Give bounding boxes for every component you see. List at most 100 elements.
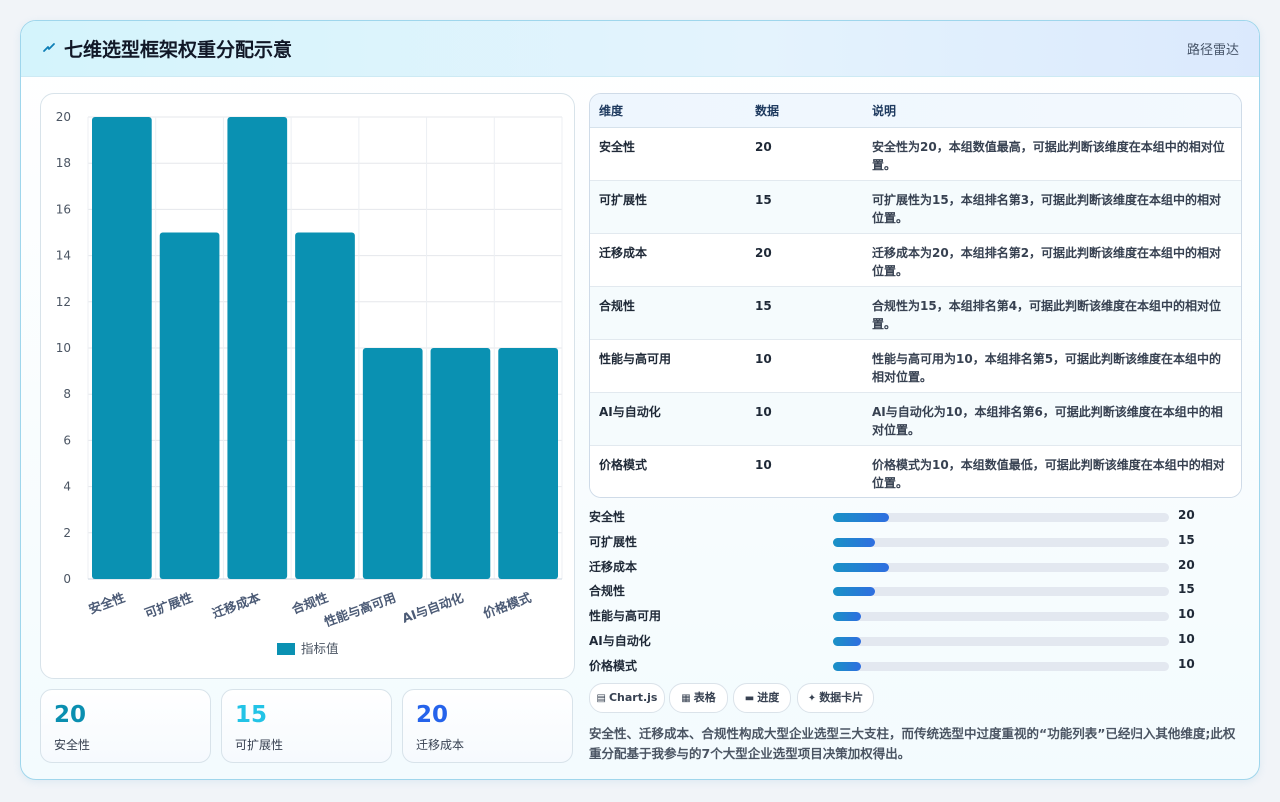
- x-tick-label: 迁移成本: [210, 590, 263, 621]
- stat-label: 安全性: [54, 738, 91, 752]
- column-header-value: 数据: [746, 94, 863, 128]
- table-row: 价格模式 10 价格模式为10，本组数值最低，可据此判断该维度在本组中的相对位置。: [590, 445, 1241, 497]
- progress-value: 20: [1178, 557, 1195, 572]
- progress-track: [833, 537, 1169, 547]
- table-cell-dimension: 合规性: [590, 286, 746, 340]
- y-tick-label: 0: [63, 572, 71, 586]
- progress-track: [833, 587, 1169, 597]
- view-button-4[interactable]: ✦ 数据卡片: [797, 683, 874, 713]
- main-card: 七维选型框架权重分配示意 路径雷达 0 2 4 6 8 10 12 14 16 18 20 安全性 可扩…: [20, 20, 1260, 780]
- column-header-description: 说明: [863, 94, 1241, 128]
- progress-track: [833, 612, 1169, 622]
- view-button-2[interactable]: ▦ 表格: [669, 683, 728, 713]
- table-row: 性能与高可用 10 性能与高可用为10，本组排名第5，可据此判断该维度在本组中的相对…: [590, 339, 1241, 393]
- stat-label: 迁移成本: [416, 738, 465, 752]
- progress-row: 合规性 15: [589, 582, 1209, 600]
- view-button-label: 进度: [757, 691, 780, 704]
- y-tick-label: 10: [56, 341, 71, 355]
- bar: [430, 348, 491, 579]
- view-button-label: 数据卡片: [819, 691, 864, 704]
- view-button-label: 表格: [693, 691, 716, 704]
- table-cell-dimension: 性能与高可用: [590, 339, 746, 393]
- view-button-1[interactable]: ▤ Chart.js: [589, 683, 665, 713]
- data-table: 维度 数据 说明 安全性 20 安全性为20，本组数值最高，可据此判断该维度在本组中…: [590, 94, 1241, 497]
- bar: [159, 232, 220, 579]
- table-cell-value: 10: [746, 392, 863, 446]
- legend-swatch: [277, 643, 295, 655]
- table-row: 合规性 15 合规性为15，本组排名第4，可据此判断该维度在本组中的相对位置。: [590, 286, 1241, 340]
- bar: [295, 232, 355, 579]
- progress-label: 价格模式: [589, 658, 638, 673]
- y-tick-label: 20: [56, 110, 71, 124]
- progress-fill: [833, 513, 890, 522]
- progress-value: 15: [1178, 532, 1195, 547]
- table-cell-value: 15: [746, 286, 863, 340]
- table-row: 可扩展性 15 可扩展性为15，本组排名第3，可据此判断该维度在本组中的相对位置。: [590, 180, 1241, 234]
- bar: [362, 348, 423, 579]
- table-icon: ▦: [681, 693, 691, 704]
- bar-chart[interactable]: 0 2 4 6 8 10 12 14 16 18 20 安全性 可扩展性 迁移成本 合规性性能与高可用 AI与…: [41, 94, 574, 678]
- progress-row: 安全性 20: [589, 508, 1209, 526]
- table-row: 迁移成本 20 迁移成本为20，本组排名第2，可据此判断该维度在本组中的相对位置。: [590, 233, 1241, 287]
- x-tick-label: 安全性: [86, 590, 127, 617]
- progress-track: [833, 562, 1169, 572]
- table-row: AI与自动化 10 AI与自动化为10，本组排名第6，可据此判断该维度在本组中的相对…: [590, 392, 1241, 446]
- stat-value: 20: [54, 702, 87, 728]
- progress-value: 10: [1178, 656, 1195, 671]
- progress-value: 15: [1178, 582, 1195, 597]
- x-tick-label: 可扩展性: [142, 590, 195, 621]
- table-cell-description: AI与自动化为10，本组排名第6，可据此判断该维度在本组中的相对位置。: [863, 392, 1241, 446]
- progress-label: 可扩展性: [589, 534, 638, 549]
- table-cell-description: 合规性为15，本组排名第4，可据此判断该维度在本组中的相对位置。: [863, 286, 1241, 340]
- table-cell-dimension: AI与自动化: [590, 392, 746, 446]
- header-tag[interactable]: 路径雷达: [1187, 39, 1239, 58]
- y-tick-label: 12: [56, 295, 71, 309]
- page-title: 七维选型框架权重分配示意: [64, 39, 293, 61]
- card-header: 七维选型框架权重分配示意 路径雷达: [21, 21, 1259, 77]
- column-header-dimension: 维度: [590, 94, 746, 128]
- progress-track: [833, 513, 1169, 522]
- progress-label: 迁移成本: [589, 559, 638, 574]
- stat-card: 20 安全性: [40, 689, 211, 763]
- table-cell-description: 性能与高可用为10，本组排名第5，可据此判断该维度在本组中的相对位置。: [863, 339, 1241, 393]
- x-tick-label: AI与自动化: [400, 590, 466, 626]
- progress-fill: [833, 587, 875, 597]
- chart-icon: ▤: [596, 693, 606, 704]
- y-tick-label: 4: [63, 480, 71, 494]
- table-cell-dimension: 可扩展性: [590, 180, 746, 234]
- view-button-3[interactable]: ▬ 进度: [733, 683, 791, 713]
- progress-label: 合规性: [589, 584, 626, 599]
- table-cell-dimension: 迁移成本: [590, 233, 746, 287]
- table-cell-description: 安全性为20，本组数值最高，可据此判断该维度在本组中的相对位置。: [863, 127, 1241, 181]
- progress-label: 安全性: [589, 510, 626, 524]
- card-icon: ✦: [807, 693, 817, 704]
- stat-label: 可扩展性: [235, 738, 284, 752]
- progress-row: 可扩展性 15: [589, 533, 1209, 551]
- table-cell-value: 10: [746, 339, 863, 393]
- table-cell-description: 价格模式为10，本组数值最低，可据此判断该维度在本组中的相对位置。: [863, 445, 1241, 497]
- stat-card: 15 可扩展性: [221, 689, 392, 763]
- table-cell-value: 10: [746, 445, 863, 497]
- legend-label: 指标值: [301, 641, 339, 656]
- stat-card: 20 迁移成本: [402, 689, 573, 763]
- data-table-panel: 维度 数据 说明 安全性 20 安全性为20，本组数值最高，可据此判断该维度在本组中…: [589, 93, 1242, 498]
- x-tick-label: 价格模式: [481, 590, 534, 621]
- progress-track: [833, 637, 1169, 646]
- bar-chart-panel: 0 2 4 6 8 10 12 14 16 18 20 安全性 可扩展性 迁移成本 合规性 性能与高可用 AI与…: [40, 93, 575, 679]
- bar: [498, 348, 558, 579]
- table-cell-description: 可扩展性为15，本组排名第3，可据此判断该维度在本组中的相对位置。: [863, 180, 1241, 234]
- progress-value: 10: [1178, 632, 1195, 646]
- progress-label: 性能与高可用: [589, 609, 662, 624]
- progress-row: 迁移成本 20: [589, 558, 1209, 576]
- x-tick-label: 性能与高可用: [321, 590, 398, 630]
- progress-fill: [833, 637, 861, 646]
- progress-row: 价格模式 10: [589, 657, 1209, 675]
- progress-fill: [833, 661, 861, 671]
- progress-fill: [833, 537, 875, 547]
- progress-fill: [833, 562, 890, 572]
- progress-value: 10: [1178, 607, 1195, 622]
- progress-fill: [833, 612, 861, 622]
- progress-label: AI与自动化: [589, 634, 651, 648]
- y-tick-label: 6: [63, 433, 71, 447]
- progress-row: 性能与高可用 10: [589, 607, 1209, 625]
